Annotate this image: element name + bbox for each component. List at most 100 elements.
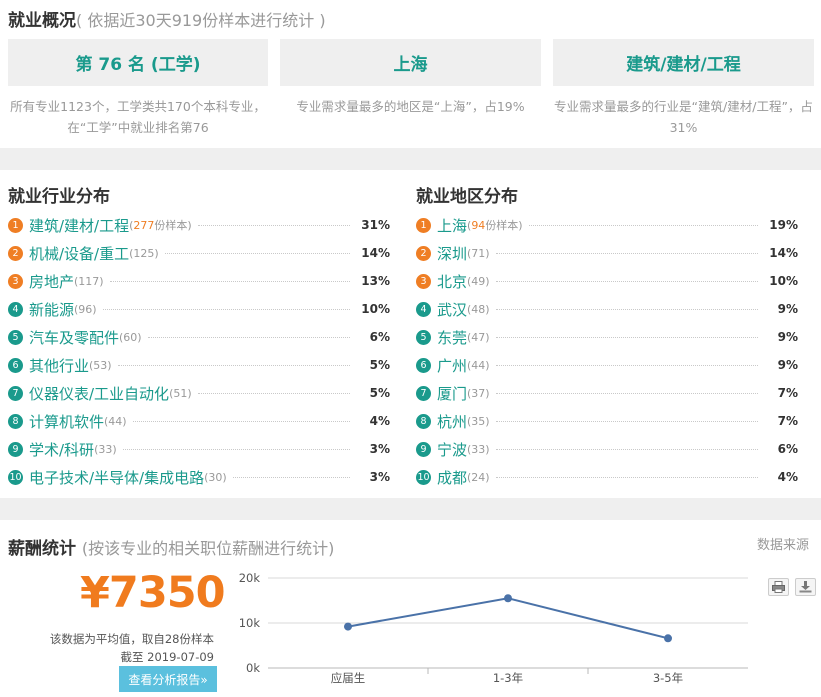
region-name[interactable]: 深圳 — [437, 243, 467, 264]
sample-count-number: 277 — [133, 219, 155, 232]
sample-count: (37) — [467, 386, 490, 400]
dotted-leader — [495, 364, 758, 366]
dotted-leader — [197, 224, 350, 226]
region-row[interactable]: 1 上海 (94份样本) 19% — [416, 215, 798, 235]
percentage: 9% — [777, 302, 798, 316]
sample-count: (48) — [467, 302, 490, 316]
industry-name[interactable]: 汽车及零配件 — [29, 327, 119, 348]
industry-name[interactable]: 机械/设备/重工 — [29, 243, 129, 264]
industry-row[interactable]: 6 其他行业 (53) 5% — [8, 355, 390, 375]
sample-count: (51) — [169, 386, 192, 400]
region-row[interactable]: 6 广州 (44) 9% — [416, 355, 798, 375]
dotted-leader — [102, 308, 350, 310]
percentage: 4% — [369, 414, 390, 428]
sample-count: (44) — [467, 358, 490, 372]
industry-row[interactable]: 8 计算机软件 (44) 4% — [8, 411, 390, 431]
sample-count: (35) — [467, 414, 490, 428]
sample-count: (49) — [467, 274, 490, 288]
region-row[interactable]: 2 深圳 (71) 14% — [416, 243, 798, 263]
industry-row[interactable]: 5 汽车及零配件 (60) 6% — [8, 327, 390, 347]
region-row[interactable]: 5 东莞 (47) 9% — [416, 327, 798, 347]
salary-series-line — [347, 597, 669, 640]
rank-badge: 10 — [8, 469, 23, 485]
region-name[interactable]: 东莞 — [437, 327, 467, 348]
industry-row[interactable]: 2 机械/设备/重工 (125) 14% — [8, 243, 390, 263]
region-name[interactable]: 成都 — [437, 467, 467, 488]
distribution-section: 就业行业分布 就业地区分布 1 建筑/建材/工程 (277份样本) 31% 2 机械/设备… — [0, 170, 821, 498]
dotted-leader — [147, 336, 350, 338]
region-name[interactable]: 厦门 — [437, 383, 467, 404]
region-name[interactable]: 杭州 — [437, 411, 467, 432]
percentage: 6% — [369, 330, 390, 344]
industry-name[interactable]: 新能源 — [29, 299, 74, 320]
top-industry-value: 建筑/建材/工程 — [626, 55, 741, 75]
region-row[interactable]: 3 北京 (49) 10% — [416, 271, 798, 291]
rank-badge: 1 — [416, 217, 431, 233]
region-name[interactable]: 上海 — [437, 215, 467, 236]
salary-data-point[interactable] — [504, 594, 512, 603]
sample-count: (71) — [467, 246, 490, 260]
rank-badge: 4 — [416, 301, 431, 317]
rank-badge: 7 — [8, 385, 23, 401]
region-row[interactable]: 8 杭州 (35) 7% — [416, 411, 798, 431]
download-button[interactable] — [795, 578, 816, 596]
industry-name[interactable]: 建筑/建材/工程 — [29, 215, 129, 236]
industry-name[interactable]: 仪器仪表/工业自动化 — [29, 383, 169, 404]
dotted-leader — [495, 420, 758, 422]
sample-count: (96) — [74, 302, 97, 316]
industry-row[interactable]: 4 新能源 (96) 10% — [8, 299, 390, 319]
percentage: 31% — [361, 218, 390, 232]
industry-name[interactable]: 其他行业 — [29, 355, 89, 376]
industry-name[interactable]: 计算机软件 — [29, 411, 104, 432]
percentage: 3% — [369, 442, 390, 456]
region-row[interactable]: 7 厦门 (37) 7% — [416, 383, 798, 403]
rank-badge: 9 — [416, 441, 431, 457]
top-industry-card: 建筑/建材/工程 — [553, 39, 814, 86]
dotted-leader — [122, 448, 350, 450]
percentage: 5% — [369, 386, 390, 400]
region-name[interactable]: 武汉 — [437, 299, 467, 320]
industry-row[interactable]: 7 仪器仪表/工业自动化 (51) 5% — [8, 383, 390, 403]
top-region-value: 上海 — [393, 55, 428, 75]
dotted-leader — [109, 280, 350, 282]
x-tick-label: 1-3年 — [493, 671, 523, 685]
region-row[interactable]: 10 成都 (24) 4% — [416, 467, 798, 487]
rank-badge: 6 — [8, 357, 23, 373]
salary-line-chart: 0k 10k 20k 应届生 1-3年 3-5年 — [239, 571, 748, 685]
industry-row[interactable]: 3 房地产 (117) 13% — [8, 271, 390, 291]
region-row[interactable]: 9 宁波 (33) 6% — [416, 439, 798, 459]
salary-data-point[interactable] — [344, 622, 352, 631]
print-button[interactable] — [768, 578, 789, 596]
download-icon — [799, 581, 812, 593]
rank-badge: 6 — [416, 357, 431, 373]
region-name[interactable]: 广州 — [437, 355, 467, 376]
industry-row[interactable]: 1 建筑/建材/工程 (277份样本) 31% — [8, 215, 390, 235]
salary-data-point[interactable] — [664, 634, 672, 643]
sample-count: (117) — [74, 274, 104, 288]
sample-count: (60) — [119, 330, 142, 344]
industry-name[interactable]: 学术/科研 — [29, 439, 94, 460]
rank-badge: 9 — [8, 441, 23, 457]
region-row[interactable]: 4 武汉 (48) 9% — [416, 299, 798, 319]
rank-badge: 8 — [416, 413, 431, 429]
dotted-leader — [495, 252, 758, 254]
region-name[interactable]: 北京 — [437, 271, 467, 292]
industry-row[interactable]: 10 电子技术/半导体/集成电路 (30) 3% — [8, 467, 390, 487]
rank-badge: 3 — [8, 273, 23, 289]
sample-count: (30) — [204, 470, 227, 484]
industry-name[interactable]: 电子技术/半导体/集成电路 — [29, 467, 204, 488]
dotted-leader — [495, 280, 758, 282]
rank-badge: 5 — [416, 329, 431, 345]
industry-name[interactable]: 房地产 — [29, 271, 74, 292]
sample-count: (24) — [467, 470, 490, 484]
percentage: 4% — [777, 470, 798, 484]
overview-heading: 就业概况 — [8, 11, 76, 31]
region-name[interactable]: 宁波 — [437, 439, 467, 460]
top-region-description: 专业需求量最多的地区是“上海”，占19% — [296, 99, 525, 114]
employment-overview: 就业概况( 依据近30天919份样本进行统计 ) 第 76 名 (工学) 上海 … — [0, 0, 821, 148]
dotted-leader — [495, 448, 758, 450]
industry-row[interactable]: 9 学术/科研 (33) 3% — [8, 439, 390, 459]
percentage: 9% — [777, 330, 798, 344]
rank-badge: 4 — [8, 301, 23, 317]
dotted-leader — [495, 476, 758, 478]
